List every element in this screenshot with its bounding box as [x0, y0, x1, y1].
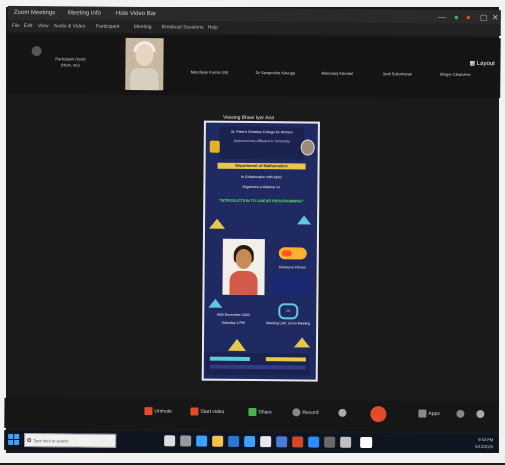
tab-hide-video-bar[interactable]: Hide Video Bar	[116, 7, 156, 21]
more-icon	[476, 409, 485, 419]
app-icon[interactable]	[324, 436, 336, 448]
leave-button[interactable]	[370, 406, 387, 423]
poster-event-type: Organizes a Webinar on	[242, 184, 281, 190]
participant-host-subtitle: (Host, me)	[61, 62, 80, 68]
zoom-logo-icon: ∞	[278, 303, 299, 320]
poster-header: St. Peter's Christian College for Women …	[219, 126, 304, 160]
decor-triangle	[209, 218, 226, 229]
windows-start-icon[interactable]	[8, 433, 20, 446]
menu-edit[interactable]: Edit	[24, 20, 33, 32]
participant-strip: Participant (host) (Host, me) Mandiyan K…	[7, 33, 501, 99]
menu-participant[interactable]: Participant	[96, 21, 120, 33]
decor-triangle	[297, 215, 312, 225]
record-button[interactable]: Record	[292, 408, 319, 417]
poster-time: Saturday 4 PM	[221, 320, 245, 325]
zoom-taskbar-icon[interactable]	[308, 436, 320, 448]
poster-date: 05th December 2020	[216, 312, 250, 317]
screen-bezel-bottom	[0, 453, 505, 463]
decor-triangle	[208, 298, 223, 308]
file-explorer-icon[interactable]	[212, 435, 224, 447]
speaker-badge	[278, 247, 307, 260]
reactions-button[interactable]	[338, 408, 348, 417]
more-button[interactable]	[476, 409, 486, 419]
poster-department: Department of Mathematics	[217, 162, 306, 170]
tab-meeting-info[interactable]: Meeting Info	[68, 6, 101, 20]
maximize-icon[interactable]: ▢	[480, 11, 488, 25]
zoom-window: Zoom Meetings Meeting Info Hide Video Ba…	[0, 0, 505, 465]
participant-tile-2[interactable]: Dr Sangeetha Kavuga	[243, 70, 307, 76]
clock-date[interactable]: 5/12/2020	[475, 443, 493, 450]
poster-footer	[205, 352, 310, 376]
participant-tile-5[interactable]: Binger Clearview	[427, 72, 483, 77]
participant-tile-1[interactable]: Mandiyan Kumar (M)	[179, 69, 239, 75]
menu-audio-video[interactable]: Audio & Video	[54, 20, 86, 32]
system-tray: 9:03 PM 5/12/2020	[475, 436, 493, 450]
mail-icon[interactable]	[244, 435, 256, 448]
participants-button[interactable]	[456, 409, 466, 418]
search-icon	[27, 438, 32, 443]
status-icon: ●	[453, 12, 459, 22]
taskbar-search-input[interactable]: Type here to search	[24, 433, 117, 448]
poster-speaker-label: Resource Person	[279, 265, 307, 270]
menu-breakout[interactable]: Breakout Sessions	[162, 21, 204, 33]
participant-tile-host[interactable]: Participant (host)	[45, 56, 95, 61]
mic-muted-icon	[144, 407, 153, 416]
edge-icon[interactable]	[196, 435, 208, 447]
college-seal-icon	[300, 139, 315, 156]
word-icon[interactable]	[276, 436, 288, 448]
participant-avatar-icon	[31, 46, 42, 57]
avatar[interactable]	[125, 37, 164, 91]
tab-zoom-meetings[interactable]: Zoom Meetings	[14, 6, 55, 20]
layout-button[interactable]: ▦ Layout	[469, 60, 494, 67]
poster-college: St. Peter's Christian College for Women	[230, 129, 293, 135]
decor-triangle	[293, 337, 311, 348]
apps-button[interactable]: Apps	[418, 409, 440, 418]
video-off-icon	[190, 407, 199, 416]
cortana-icon[interactable]	[164, 435, 176, 447]
menu-file[interactable]: File	[12, 20, 20, 32]
menu-view[interactable]: View	[38, 20, 49, 32]
record-dot-icon: ●	[465, 12, 471, 22]
grid-icon: ▦	[469, 60, 476, 67]
apps-icon	[418, 409, 427, 418]
poster-organizes: In Collaboration with IQAC	[240, 174, 283, 180]
active-window-icon[interactable]	[360, 436, 373, 449]
poster-affiliation: (Autonomous) Affiliated to University	[233, 138, 290, 144]
reactions-icon	[338, 408, 347, 417]
record-icon	[292, 408, 301, 417]
participant-tile-4[interactable]: Jyoti Sukumaran	[369, 71, 425, 76]
minimize-icon[interactable]: —	[438, 11, 446, 25]
task-view-icon[interactable]	[180, 435, 192, 447]
shared-screen-poster[interactable]: St. Peter's Christian College for Women …	[201, 120, 320, 382]
windows-taskbar: Type here to search 9:03 PM 5/12/2020	[4, 429, 498, 455]
store-icon[interactable]	[228, 435, 240, 447]
close-icon[interactable]: ✕	[492, 11, 499, 25]
speaker-photo	[222, 238, 265, 296]
start-video-button[interactable]: Start video	[190, 407, 224, 416]
unmute-button[interactable]: Unmute	[144, 407, 172, 416]
poster-platform: Meeting Link: Zoom Meeting	[266, 321, 311, 326]
decor-triangle	[227, 338, 247, 351]
poster-title: "INTRODUCTION TO LINEAR PROGRAMMING"	[218, 198, 304, 204]
powerpoint-icon[interactable]	[292, 436, 304, 448]
chrome-icon[interactable]	[260, 436, 272, 448]
menu-meeting[interactable]: Meeting	[134, 21, 152, 33]
meeting-toolbar: Unmute Start video Share Record Apps	[4, 397, 498, 433]
participant-tile-3[interactable]: Manoranj Kandari	[307, 70, 367, 76]
participants-icon	[456, 409, 465, 418]
menu-help[interactable]: Help	[208, 22, 218, 34]
share-screen-icon	[248, 407, 257, 417]
speaker-info-block	[270, 273, 311, 296]
app-icon[interactable]	[340, 436, 352, 448]
share-button[interactable]: Share	[248, 407, 272, 417]
college-logo-icon	[209, 140, 220, 153]
